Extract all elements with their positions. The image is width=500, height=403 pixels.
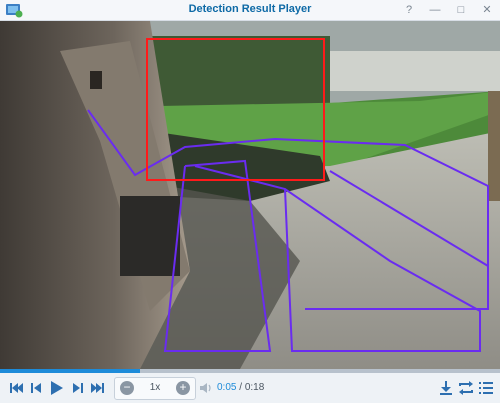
list-icon[interactable]	[476, 378, 496, 398]
current-time: 0:05	[217, 382, 237, 393]
minimize-button[interactable]: —	[428, 3, 442, 17]
step-back-icon[interactable]	[26, 378, 46, 398]
video-scene	[0, 21, 500, 369]
volume-icon[interactable]	[199, 381, 213, 395]
help-button[interactable]: ?	[402, 3, 416, 17]
neighbor-house	[330, 51, 500, 91]
trees	[150, 36, 330, 111]
trash-bin	[120, 196, 180, 276]
wall-lamp	[90, 71, 102, 89]
close-button[interactable]: ✕	[480, 3, 494, 17]
play-icon[interactable]	[46, 378, 66, 398]
repeat-icon[interactable]	[456, 378, 476, 398]
speed-decrease-button[interactable]: −	[120, 381, 134, 395]
step-forward-icon[interactable]	[68, 378, 88, 398]
speed-control: − 1x +	[114, 377, 196, 400]
time-display: 0:05 / 0:18	[217, 382, 264, 393]
skip-start-icon[interactable]	[6, 378, 26, 398]
speed-value: 1x	[149, 382, 161, 393]
time-separator: /	[236, 382, 245, 393]
skip-end-icon[interactable]	[88, 378, 108, 398]
tree-trunk	[488, 91, 500, 201]
speed-increase-button[interactable]: +	[176, 381, 190, 395]
total-time: 0:18	[244, 382, 265, 393]
maximize-button[interactable]: □	[454, 3, 468, 17]
video-frame[interactable]	[0, 21, 500, 369]
download-icon[interactable]	[436, 378, 456, 398]
control-bar: − 1x + 0:05 / 0:18	[0, 373, 500, 403]
title-bar: Detection Result Player ? — □ ✕	[0, 0, 500, 21]
